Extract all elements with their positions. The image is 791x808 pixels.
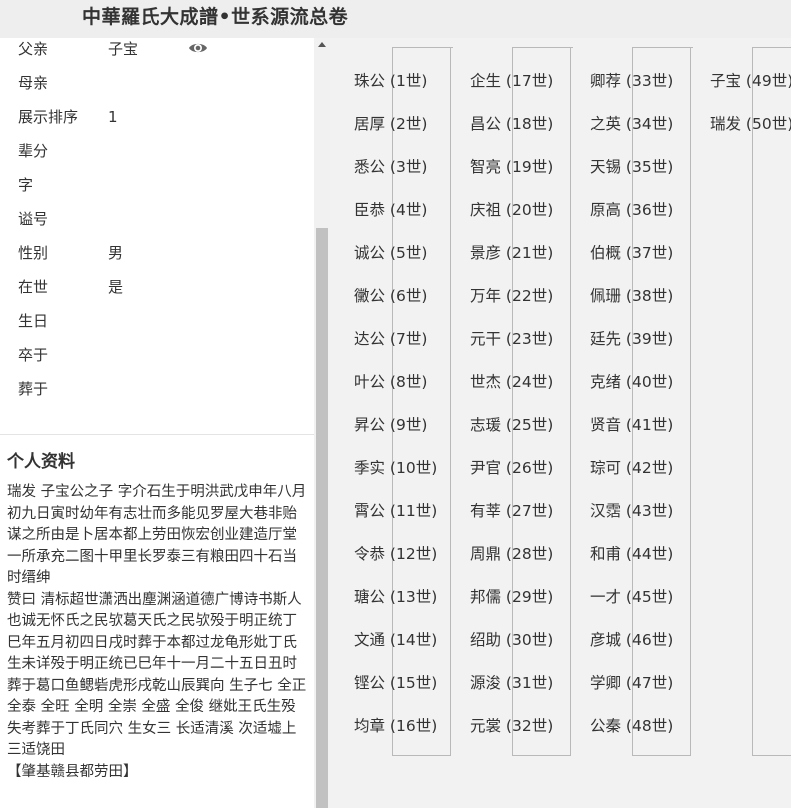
field-value: 子宝	[108, 40, 139, 58]
generation-entry[interactable]: 景彦 (21世)	[470, 241, 553, 263]
page-title: 中華羅氏大成譜•世系源流总卷	[82, 6, 349, 28]
generation-entry[interactable]: 诚公 (5世)	[354, 241, 427, 263]
field-label: 母亲	[18, 74, 49, 92]
generation-entry[interactable]: 季实 (10世)	[354, 456, 437, 478]
generation-entry[interactable]: 万年 (22世)	[470, 284, 553, 306]
generation-entry[interactable]: 尹官 (26世)	[470, 456, 553, 478]
eye-icon[interactable]	[188, 39, 208, 57]
scroll-thumb[interactable]	[316, 228, 328, 808]
generation-entry[interactable]: 琮可 (42世)	[590, 456, 673, 478]
field-label: 展示排序	[18, 108, 79, 126]
field-label: 父亲	[18, 40, 49, 58]
generation-entry[interactable]: 子宝 (49世)	[710, 69, 791, 91]
section-divider	[0, 434, 314, 435]
generation-entry[interactable]: 文通 (14世)	[354, 628, 437, 650]
generation-entry[interactable]: 卿荐 (33世)	[590, 69, 673, 91]
generation-entry[interactable]: 佩珊 (38世)	[590, 284, 673, 306]
scrollbar[interactable]	[314, 38, 330, 808]
bio-paragraph: 赞曰 清标超世潇洒出塵渊涵道德广博诗书斯人也诚无怀氏之民欤葛天氏之民欤殁于明正统…	[7, 591, 307, 759]
bio-text: 瑞发 子宝公之子 字介石生于明洪武戊申年八月初九日寅时幼年有志壮而多能见罗屋大巷…	[7, 482, 307, 783]
generation-entry[interactable]: 周鼎 (28世)	[470, 542, 553, 564]
generation-entry[interactable]: 贤音 (41世)	[590, 413, 673, 435]
generation-entry[interactable]: 源浚 (31世)	[470, 671, 553, 693]
generation-entry[interactable]: 彦城 (46世)	[590, 628, 673, 650]
field-label: 谥号	[18, 210, 49, 228]
generation-entry[interactable]: 达公 (7世)	[354, 327, 427, 349]
generation-entry[interactable]: 臣恭 (4世)	[354, 198, 427, 220]
generation-entry[interactable]: 公秦 (48世)	[590, 714, 673, 736]
generation-entry[interactable]: 悉公 (3世)	[354, 155, 427, 177]
generation-entry[interactable]: 汉霑 (43世)	[590, 499, 673, 521]
generation-entry[interactable]: 邦儒 (29世)	[470, 585, 553, 607]
field-label: 在世	[18, 278, 49, 296]
generation-entry[interactable]: 一才 (45世)	[590, 585, 673, 607]
generation-entry[interactable]: 企生 (17世)	[470, 69, 553, 91]
bio-paragraph: 瑞发 子宝公之子 字介石生于明洪武戊申年八月初九日寅时幼年有志壮而多能见罗屋大巷…	[7, 484, 307, 586]
generation-entry[interactable]: 瑭公 (13世)	[354, 585, 437, 607]
generation-entry[interactable]: 昇公 (9世)	[354, 413, 427, 435]
generation-entry[interactable]: 铿公 (15世)	[354, 671, 437, 693]
generation-entry[interactable]: 有莘 (27世)	[470, 499, 553, 521]
generation-entry[interactable]: 和甫 (44世)	[590, 542, 673, 564]
profile-panel: 父亲 子宝母亲展示排序 1 辈分字谥号性别 男在世 是生日卒于葬于 个人资料 瑞发 子宝公…	[0, 38, 314, 808]
generation-entry[interactable]: 瑞发 (50世)	[710, 112, 791, 134]
generation-entry[interactable]: 黴公 (6世)	[354, 284, 427, 306]
field-value: 是	[108, 278, 124, 296]
generation-entry[interactable]: 之英 (34世)	[590, 112, 673, 134]
generation-entry[interactable]: 均章 (16世)	[354, 714, 437, 736]
generation-entry[interactable]: 世杰 (24世)	[470, 370, 553, 392]
lineage-column-bracket	[752, 47, 791, 756]
generation-entry[interactable]: 绍助 (30世)	[470, 628, 553, 650]
generation-entry[interactable]: 昌公 (18世)	[470, 112, 553, 134]
bio-paragraph: 【肇基赣县都劳田】	[7, 763, 138, 780]
generation-entry[interactable]: 令恭 (12世)	[354, 542, 437, 564]
field-label: 葬于	[18, 380, 49, 398]
generation-entry[interactable]: 叶公 (8世)	[354, 370, 427, 392]
generation-entry[interactable]: 元干 (23世)	[470, 327, 553, 349]
generation-entry[interactable]: 智亮 (19世)	[470, 155, 553, 177]
field-label: 生日	[18, 312, 49, 330]
field-value: 男	[108, 244, 124, 262]
field-value: 1	[108, 108, 118, 126]
generation-entry[interactable]: 天锡 (35世)	[590, 155, 673, 177]
bio-title: 个人资料	[7, 452, 75, 472]
field-label: 字	[18, 176, 34, 194]
generation-entry[interactable]: 原高 (36世)	[590, 198, 673, 220]
scroll-up-arrow-icon[interactable]	[318, 42, 326, 47]
generation-entry[interactable]: 克绪 (40世)	[590, 370, 673, 392]
generation-entry[interactable]: 霄公 (11世)	[354, 499, 437, 521]
field-label: 卒于	[18, 346, 49, 364]
generation-entry[interactable]: 元裳 (32世)	[470, 714, 553, 736]
generation-entry[interactable]: 庆祖 (20世)	[470, 198, 553, 220]
generation-entry[interactable]: 伯概 (37世)	[590, 241, 673, 263]
generation-entry[interactable]: 珠公 (1世)	[354, 69, 427, 91]
field-label: 辈分	[18, 142, 49, 160]
generation-entry[interactable]: 学卿 (47世)	[590, 671, 673, 693]
generation-entry[interactable]: 志瑗 (25世)	[470, 413, 553, 435]
generation-entry[interactable]: 居厚 (2世)	[354, 112, 427, 134]
field-label: 性别	[18, 244, 49, 262]
title-bar: 中華羅氏大成譜•世系源流总卷	[0, 0, 791, 38]
lineage-tree: 珠公 (1世) 居厚 (2世) 悉公 (3世) 臣恭 (4世) 诚公 (5世) 黴公 (6…	[330, 38, 791, 808]
generation-entry[interactable]: 廷先 (39世)	[590, 327, 673, 349]
